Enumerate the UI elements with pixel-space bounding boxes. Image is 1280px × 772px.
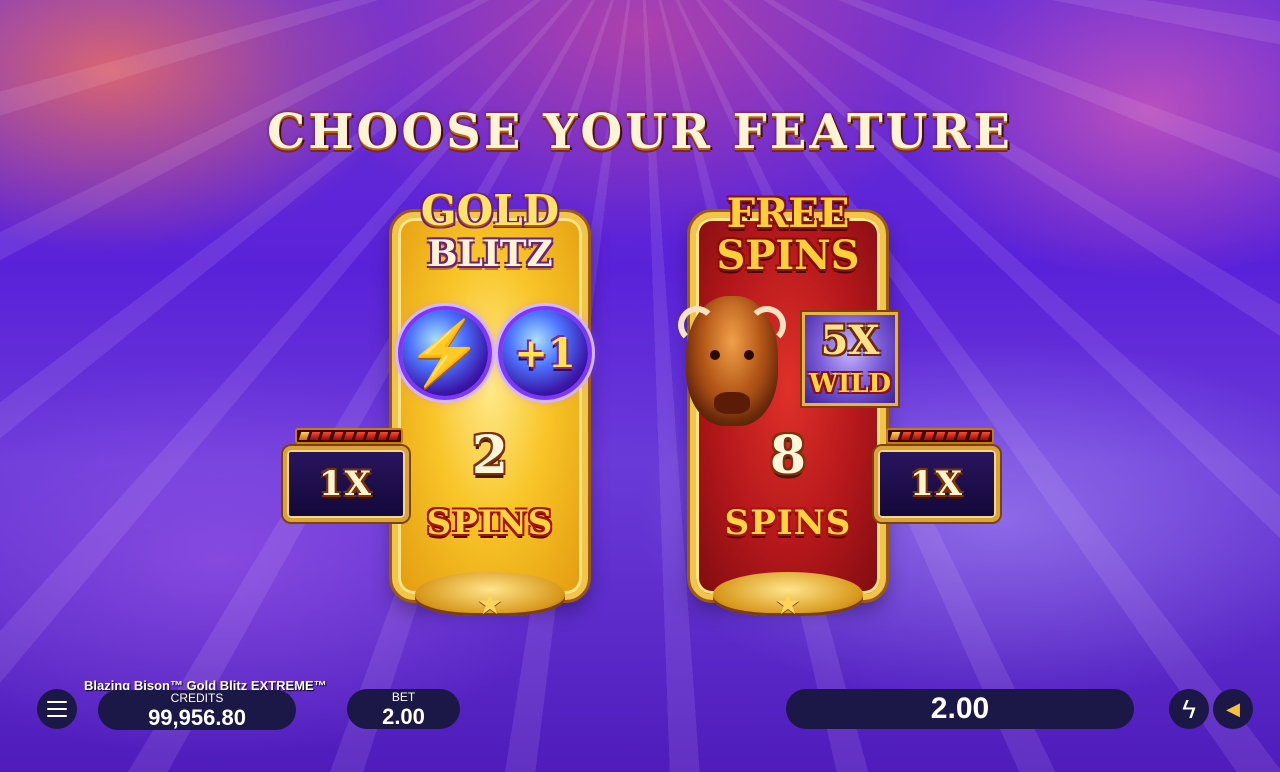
multiplier-meter <box>295 428 403 444</box>
menu-icon <box>47 701 67 703</box>
free-spins-count: 8 <box>769 425 807 486</box>
bison-horn-left <box>678 306 716 344</box>
gold-blitz-multiplier-box: 1X <box>283 428 409 522</box>
turbo-button[interactable]: ϟ <box>1169 689 1209 729</box>
credits-display: CREDITS 99,956.80 <box>98 690 296 730</box>
gold-blitz-spins-label: SPINS <box>426 503 554 543</box>
bison-nose <box>714 392 750 414</box>
bison-horn-right <box>748 306 786 344</box>
gold-blitz-feature-card[interactable]: GOLD BLITZ ⚡ +1 2 SPINS ★ <box>392 190 588 621</box>
wild-multiplier-value: 5X <box>820 317 880 364</box>
page-title: CHOOSE YOUR FEATURE <box>266 104 1013 160</box>
multiplier-meter <box>886 428 994 444</box>
free-spins-multiplier-box: 1X <box>874 428 1000 522</box>
star-ornament-icon: ★ <box>476 588 504 621</box>
menu-button[interactable] <box>37 689 77 729</box>
bet-selector[interactable]: BET 2.00 <box>347 689 460 729</box>
wild-multiplier-tile: 5X WILD <box>802 312 898 406</box>
plus-one-coin-icon: +1 <box>502 310 588 396</box>
gold-blitz-logo-blitz: BLITZ <box>427 233 553 275</box>
gold-blitz-multiplier-value: 1X <box>283 446 409 522</box>
bet-label: BET <box>391 690 416 704</box>
wild-label: WILD <box>808 369 892 399</box>
bison-eye <box>744 350 754 360</box>
credits-value: 99,956.80 <box>148 705 246 730</box>
bison-eye <box>710 350 720 360</box>
speaker-icon: ◀ <box>1226 698 1240 719</box>
free-spins-multiplier-value: 1X <box>874 446 1000 522</box>
credits-label: CREDITS <box>170 691 224 705</box>
bet-value: 2.00 <box>382 704 425 729</box>
gold-blitz-spins-count: 2 <box>471 425 509 486</box>
gold-blitz-logo-gold: GOLD <box>420 186 560 235</box>
free-spins-logo-free: FREE <box>726 190 850 237</box>
star-ornament-icon: ★ <box>774 588 802 621</box>
sound-button[interactable]: ◀ <box>1213 689 1253 729</box>
free-spins-label: SPINS <box>724 503 852 543</box>
lightning-icon: ϟ <box>1182 693 1196 724</box>
win-display: 2.00 <box>786 689 1134 729</box>
free-spins-feature-card[interactable]: FREE SPINS 5X WILD 8 SPINS ★ <box>678 194 898 621</box>
bison-head-icon <box>678 296 786 426</box>
lightning-coin-icon: ⚡ <box>402 310 488 396</box>
free-spins-logo-spins: SPINS <box>716 232 860 279</box>
